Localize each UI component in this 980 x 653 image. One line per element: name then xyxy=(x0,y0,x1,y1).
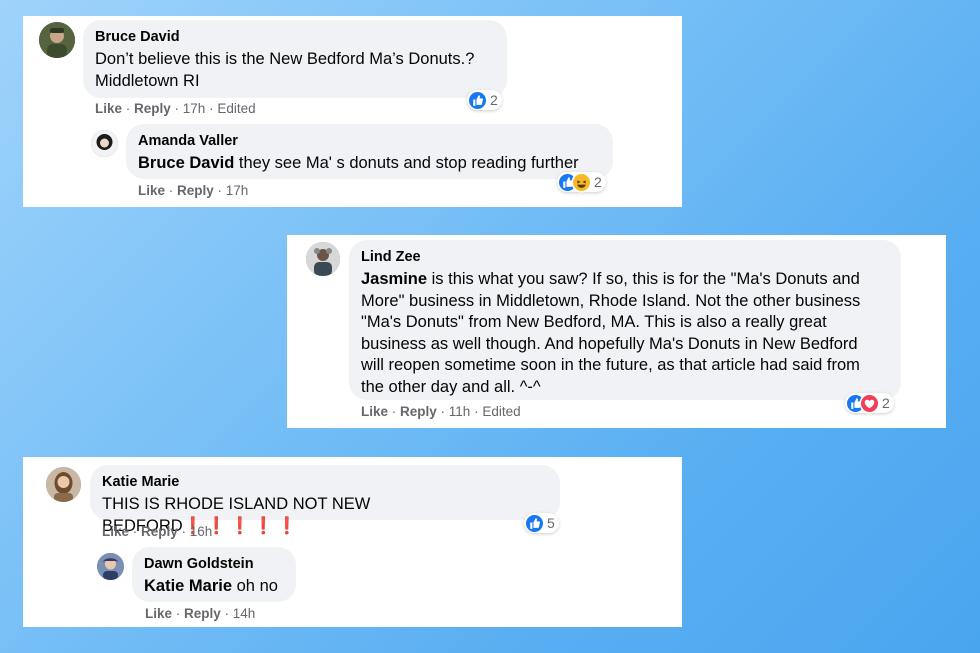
edited-label: Edited xyxy=(482,404,521,419)
comment-bubble: Lind Zee Jasmine is this what you saw? I… xyxy=(349,240,901,400)
timestamp[interactable]: 17h xyxy=(183,101,206,116)
comment-actions: Like · Reply · 14h xyxy=(145,606,256,621)
avatar[interactable] xyxy=(97,553,124,580)
like-button[interactable]: Like xyxy=(145,606,172,621)
comment-text: Jasmine is this what you saw? If so, thi… xyxy=(361,270,861,396)
comment-actions: Like · Reply · 17h · Edited xyxy=(95,101,256,116)
reaction-summary[interactable]: 2 xyxy=(845,393,894,413)
avatar[interactable] xyxy=(91,130,118,157)
reaction-summary[interactable]: 5 xyxy=(524,513,559,533)
like-icon xyxy=(469,91,486,109)
reply-button[interactable]: Reply xyxy=(177,183,214,198)
comment-text: Bruce David they see Ma' s donuts and st… xyxy=(138,154,579,172)
comment-author[interactable]: Lind Zee xyxy=(361,248,889,267)
comment-bubble: Amanda Valler Bruce David they see Ma' s… xyxy=(126,124,613,179)
comment-author[interactable]: Amanda Valler xyxy=(138,132,601,151)
comment-bubble: Dawn Goldstein Katie Marie oh no xyxy=(132,547,296,602)
mention-link[interactable]: Bruce David xyxy=(138,154,234,172)
mention-link[interactable]: Jasmine xyxy=(361,270,427,288)
reply-button[interactable]: Reply xyxy=(400,404,437,419)
reply-button[interactable]: Reply xyxy=(184,606,221,621)
reaction-count: 2 xyxy=(490,92,498,108)
reaction-count: 2 xyxy=(882,395,890,411)
comment-card-1: Bruce David Don’t believe this is the Ne… xyxy=(23,16,682,207)
reaction-summary[interactable]: 2 xyxy=(467,90,502,110)
comment-author[interactable]: Katie Marie xyxy=(102,473,548,492)
comment-text: Katie Marie oh no xyxy=(144,577,278,595)
timestamp[interactable]: 16h xyxy=(190,524,213,539)
comment-bubble: Katie Marie THIS IS RHODE ISLAND NOT NEW… xyxy=(90,465,560,535)
comment-actions: Like · Reply · 11h · Edited xyxy=(361,404,521,419)
comment-actions: Like · Reply · 16h xyxy=(102,524,213,539)
reaction-count: 2 xyxy=(594,174,602,190)
comment-card-2: Lind Zee Jasmine is this what you saw? I… xyxy=(287,235,946,428)
avatar[interactable] xyxy=(46,467,81,502)
comment-author[interactable]: Dawn Goldstein xyxy=(144,555,284,574)
comment-text: Don’t believe this is the New Bedford Ma… xyxy=(95,50,475,90)
mention-link[interactable]: Katie Marie xyxy=(144,577,232,595)
comment-bubble: Bruce David Don’t believe this is the Ne… xyxy=(83,20,507,98)
reaction-count: 5 xyxy=(547,515,555,531)
timestamp[interactable]: 11h xyxy=(449,404,471,419)
like-icon xyxy=(526,514,543,532)
reply-button[interactable]: Reply xyxy=(141,524,178,539)
like-button[interactable]: Like xyxy=(102,524,129,539)
reply-button[interactable]: Reply xyxy=(134,101,171,116)
love-icon xyxy=(861,394,878,412)
timestamp[interactable]: 17h xyxy=(226,183,249,198)
timestamp[interactable]: 14h xyxy=(233,606,256,621)
like-button[interactable]: Like xyxy=(95,101,122,116)
reaction-summary[interactable]: 2 xyxy=(557,172,606,192)
comment-author[interactable]: Bruce David xyxy=(95,28,495,47)
edited-label: Edited xyxy=(217,101,256,116)
like-button[interactable]: Like xyxy=(361,404,388,419)
comment-actions: Like · Reply · 17h xyxy=(138,183,249,198)
haha-icon xyxy=(573,173,590,191)
like-button[interactable]: Like xyxy=(138,183,165,198)
avatar[interactable] xyxy=(39,22,75,58)
avatar[interactable] xyxy=(306,242,340,276)
comment-card-3: Katie Marie THIS IS RHODE ISLAND NOT NEW… xyxy=(23,457,682,627)
